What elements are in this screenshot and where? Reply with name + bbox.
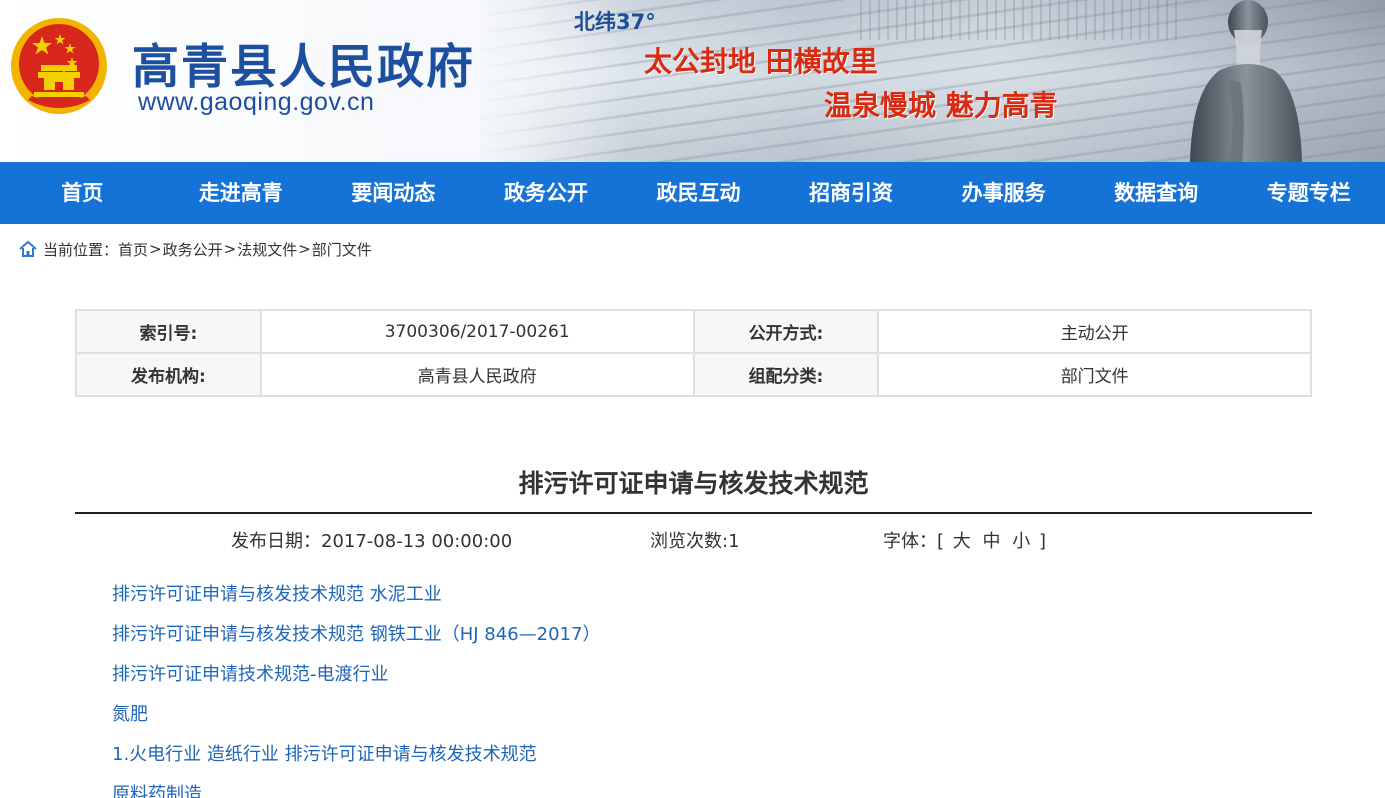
font-size-switcher: 字体：[ 大 中 小 ]	[883, 527, 1046, 553]
site-url: www.gaoqing.gov.cn	[138, 88, 375, 116]
attachment-link[interactable]: 排污许可证申请技术规范-电渡行业	[112, 662, 600, 702]
slogan-line-2: 温泉慢城 魅力高青	[824, 89, 1058, 122]
attachment-link[interactable]: 排污许可证申请与核发技术规范 水泥工业	[112, 582, 600, 622]
article-title: 排污许可证申请与核发技术规范	[518, 469, 869, 498]
site-title[interactable]: 高青县人民政府	[132, 28, 475, 97]
nav-item-about[interactable]: 走进高青	[165, 162, 318, 224]
header-banner: 高青县人民政府 www.gaoqing.gov.cn 北纬37° 太公封地 田横…	[0, 0, 1385, 162]
category-label: 组配分类:	[692, 352, 880, 397]
font-size-label: 字体：[	[883, 531, 945, 552]
slogan-line-1: 太公封地 田横故里	[644, 45, 878, 78]
attachment-link[interactable]: 排污许可证申请与核发技术规范 钢铁工业（HJ 846—2017）	[112, 622, 600, 662]
statue-image	[1190, 0, 1302, 162]
disclosure-value: 主动公开	[877, 309, 1312, 354]
publisher-value: 高青县人民政府	[259, 352, 695, 397]
title-divider	[75, 512, 1312, 514]
breadcrumb: 当前位置： 首页 > 政务公开 > 法规文件 > 部门文件	[18, 237, 372, 261]
attachment-link[interactable]: 氮肥	[112, 702, 600, 742]
category-value: 部门文件	[877, 352, 1312, 397]
font-size-close-bracket: ]	[1038, 531, 1046, 552]
nav-item-data[interactable]: 数据查询	[1080, 162, 1233, 224]
nav-item-home[interactable]: 首页	[0, 162, 165, 224]
national-emblem-icon[interactable]	[8, 12, 110, 116]
home-icon	[19, 240, 37, 257]
breadcrumb-dept-docs[interactable]: 部门文件	[312, 239, 372, 260]
nav-item-news[interactable]: 要闻动态	[317, 162, 470, 224]
breadcrumb-separator: >	[223, 240, 237, 258]
attachment-link[interactable]: 原料药制造	[112, 782, 600, 798]
meta-row: 索引号: 3700306/2017-00261 公开方式: 主动公开	[75, 309, 1312, 354]
attachment-link[interactable]: 1.火电行业 造纸行业 排污许可证申请与核发技术规范	[112, 742, 600, 782]
breadcrumb-separator: >	[149, 240, 162, 258]
main-nav: 首页 走进高青 要闻动态 政务公开 政民互动 招商引资 办事服务 数据查询 专题…	[0, 162, 1385, 224]
nav-item-interaction[interactable]: 政民互动	[622, 162, 775, 224]
index-value: 3700306/2017-00261	[259, 309, 695, 354]
index-label: 索引号:	[75, 309, 262, 354]
attachment-list: 排污许可证申请与核发技术规范 水泥工业 排污许可证申请与核发技术规范 钢铁工业（…	[112, 582, 600, 798]
font-size-large-button[interactable]: 大	[953, 531, 971, 552]
breadcrumb-home[interactable]: 首页	[118, 239, 148, 260]
breadcrumb-prefix: 当前位置：	[43, 240, 119, 259]
breadcrumb-separator: >	[298, 240, 311, 258]
nav-item-services[interactable]: 办事服务	[927, 162, 1080, 224]
breadcrumb-gov-affairs[interactable]: 政务公开	[163, 239, 223, 260]
banner-trees	[860, 0, 1180, 40]
nav-item-gov-affairs[interactable]: 政务公开	[470, 162, 623, 224]
breadcrumb-regulations[interactable]: 法规文件	[237, 239, 297, 260]
font-size-medium-button[interactable]: 中	[983, 531, 1001, 552]
disclosure-label: 公开方式:	[692, 309, 880, 354]
document-meta-table: 索引号: 3700306/2017-00261 公开方式: 主动公开 发布机构:…	[75, 309, 1312, 397]
view-count: 浏览次数:1	[650, 531, 740, 552]
latitude-label: 北纬37°	[574, 10, 656, 34]
publisher-label: 发布机构:	[75, 352, 262, 397]
publish-date: 发布日期：2017-08-13 00:00:00	[231, 531, 513, 552]
font-size-small-button[interactable]: 小	[1012, 531, 1030, 552]
nav-item-topics[interactable]: 专题专栏	[1232, 162, 1385, 224]
nav-item-investment[interactable]: 招商引资	[775, 162, 928, 224]
meta-row: 发布机构: 高青县人民政府 组配分类: 部门文件	[75, 352, 1312, 397]
